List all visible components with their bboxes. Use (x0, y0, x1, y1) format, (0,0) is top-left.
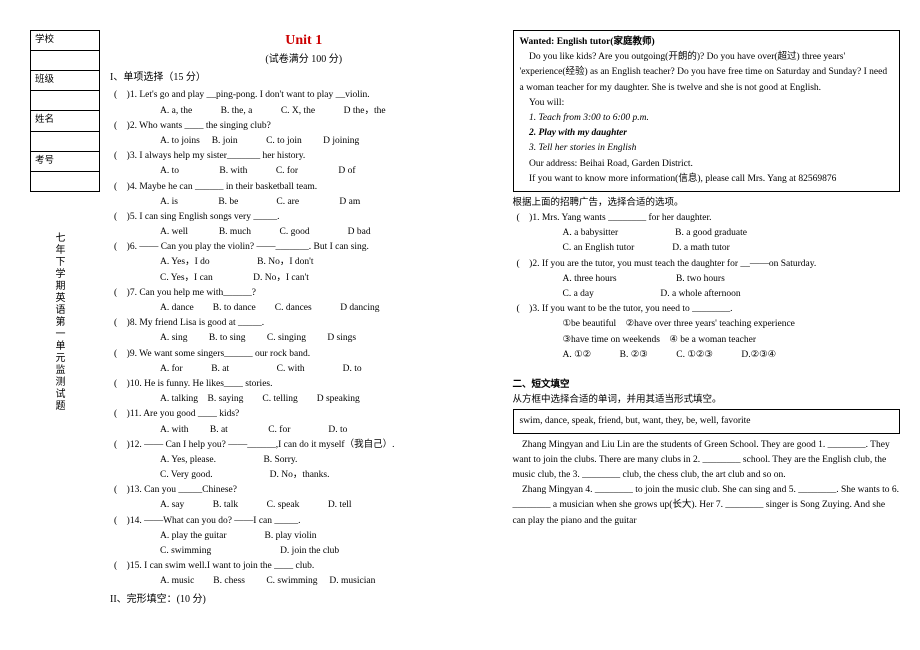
q6-opts2: C. Yes，I can D. No，I can't (160, 271, 498, 286)
ad-p1: Do you like kids? Are you outgoing(开朗的)?… (520, 50, 894, 96)
aq1-opts1: A. a babysitter B. a good graduate (563, 226, 901, 241)
q2-opts: A. to joins B. join C. to join D joining (160, 134, 498, 149)
q9-opts: A. for B. at C. with D. to (160, 362, 498, 377)
main-content: Unit 1 (试卷满分 100 分) I、单项选择（15 分） ( )1. L… (100, 0, 920, 650)
page-subtitle: (试卷满分 100 分) (110, 52, 498, 68)
q5-opts: A. well B. much C. good D bad (160, 225, 498, 240)
section1-head: I、单项选择（15 分） (110, 70, 498, 86)
info-name: 姓名 (31, 111, 100, 131)
q10: ( )10. He is funny. He likes____ stories… (114, 377, 498, 392)
left-margin: 学校 班级 姓名 考号 七年下学期英语第一单元监测试题 (0, 0, 100, 650)
q3-opts: A. to B. with C. for D of (160, 164, 498, 179)
q12-opts2: C. Very good. D. No，thanks. (160, 468, 498, 483)
aq3: ( )3. If you want to be the tutor, you n… (517, 302, 901, 317)
q12-opts1: A. Yes, please. B. Sorry. (160, 453, 498, 468)
ad-l3: 3. Tell her stories in English (520, 141, 894, 156)
q4-opts: A. is B. be C. are D am (160, 195, 498, 210)
q13-opts: A. say B. talk C. speak D. tell (160, 498, 498, 513)
info-blank (31, 171, 100, 191)
q7-opts: A. dance B. to dance C. dances D dancing (160, 301, 498, 316)
info-blank (31, 51, 100, 71)
q14: ( )14. ——What can you do? ——I can _____. (114, 514, 498, 529)
q13: ( )13. Can you _____Chinese? (114, 483, 498, 498)
q15-opts: A. music B. chess C. swimming D. musicia… (160, 574, 498, 589)
q7: ( )7. Can you help me with______? (114, 286, 498, 301)
right-column: Wanted: English tutor(家庭教师) Do you like … (513, 30, 901, 640)
page-title: Unit 1 (110, 30, 498, 52)
left-column: Unit 1 (试卷满分 100 分) I、单项选择（15 分） ( )1. L… (110, 30, 498, 640)
ad-l1: 1. Teach from 3:00 to 6:00 p.m. (520, 111, 894, 126)
q11-opts: A. with B. at C. for D. to (160, 423, 498, 438)
ad-p2: You will: (520, 96, 894, 111)
q8: ( )8. My friend Lisa is good at _____. (114, 316, 498, 331)
word-box: swim, dance, speak, friend, but, want, t… (513, 409, 901, 434)
aq1: ( )1. Mrs. Yang wants ________ for her d… (517, 211, 901, 226)
q15: ( )15. I can swim well.I want to join th… (114, 559, 498, 574)
section3-inst: 从方框中选择合适的单词，并用其适当形式填空。 (513, 393, 901, 408)
info-school: 学校 (31, 31, 100, 51)
ad-box: Wanted: English tutor(家庭教师) Do you like … (513, 30, 901, 192)
q9: ( )9. We want some singers______ our roc… (114, 347, 498, 362)
q14-opts2: C. swimming D. join the club (160, 544, 498, 559)
aq1-opts2: C. an English tutor D. a math tutor (563, 241, 901, 256)
ad-l2: 2. Play with my daughter (520, 126, 894, 141)
q5: ( )5. I can sing English songs very ____… (114, 210, 498, 225)
ad-p3: Our address: Beihai Road, Garden Distric… (520, 157, 894, 172)
ad-title: Wanted: English tutor(家庭教师) (520, 35, 894, 50)
q1-opts: A. a, the B. the, a C. X, the D the，the (160, 104, 498, 119)
info-examno: 考号 (31, 151, 100, 171)
aq2: ( )2. If you are the tutor, you must tea… (517, 257, 901, 272)
info-class: 班级 (31, 71, 100, 91)
vertical-exam-title: 七年下学期英语第一单元监测试题 (50, 232, 66, 412)
passage-p1: Zhang Mingyan and Liu Lin are the studen… (513, 438, 901, 484)
q1: ( )1. Let's go and play __ping-pong. I d… (114, 88, 498, 103)
aq3-a: ①be beautiful ②have over three years' te… (563, 317, 901, 332)
section3-head: 二、短文填空 (513, 378, 901, 393)
ad-p4: If you want to know more information(信息)… (520, 172, 894, 187)
q3: ( )3. I always help my sister_______ her… (114, 149, 498, 164)
q4: ( )4. Maybe he can ______ in their baske… (114, 180, 498, 195)
q10-opts: A. talking B. saying C. telling D speaki… (160, 392, 498, 407)
aq2-opts1: A. three hours B. two hours (563, 272, 901, 287)
section2-head: II、完形填空：(10 分) (110, 592, 498, 608)
aq3-opts: A. ①② B. ②③ C. ①②③ D.②③④ (563, 348, 901, 363)
aq3-b: ③have time on weekends ④ be a woman teac… (563, 333, 901, 348)
passage-p2: Zhang Mingyan 4. ________ to join the mu… (513, 483, 901, 529)
q6-opts1: A. Yes，I do B. No，I don't (160, 255, 498, 270)
q12: ( )12. —— Can I help you? ——______,I can… (114, 438, 498, 453)
aq2-opts2: C. a day D. a whole afternoon (563, 287, 901, 302)
q14-opts1: A. play the guitar B. play violin (160, 529, 498, 544)
student-info-table: 学校 班级 姓名 考号 (30, 30, 100, 192)
ad-instruction: 根据上面的招聘广告，选择合适的选项。 (513, 196, 901, 211)
q11: ( )11. Are you good ____ kids? (114, 407, 498, 422)
info-blank (31, 131, 100, 151)
q6: ( )6. —— Can you play the violin? ——____… (114, 240, 498, 255)
q2: ( )2. Who wants ____ the singing club? (114, 119, 498, 134)
q8-opts: A. sing B. to sing C. singing D sings (160, 331, 498, 346)
info-blank (31, 91, 100, 111)
